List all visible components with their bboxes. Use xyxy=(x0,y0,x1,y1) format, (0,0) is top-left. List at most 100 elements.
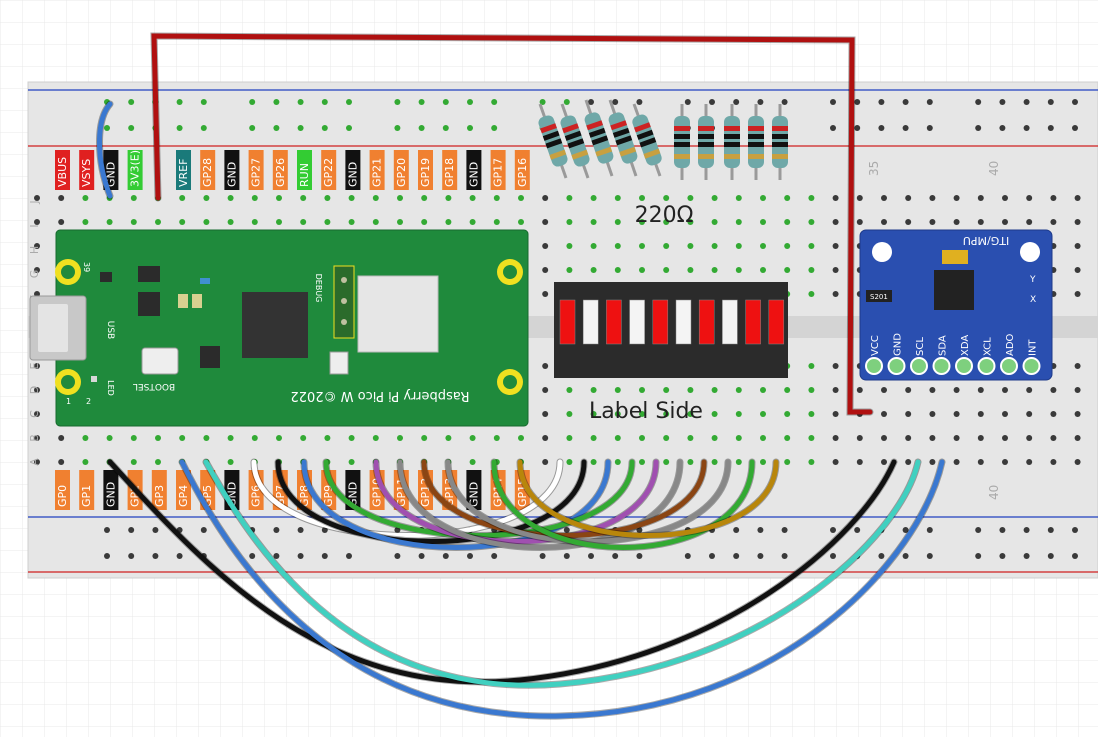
hole xyxy=(760,435,766,441)
hole xyxy=(1026,387,1033,393)
hole xyxy=(808,267,815,273)
hole xyxy=(82,459,89,465)
hole xyxy=(566,267,573,273)
mpu-axis-x: X xyxy=(1030,295,1036,305)
hole xyxy=(82,219,89,225)
mpu-pin-pad xyxy=(887,357,906,375)
hole xyxy=(663,195,670,201)
hole xyxy=(566,243,573,249)
resistor xyxy=(748,116,764,168)
hole xyxy=(1002,459,1008,465)
hole xyxy=(832,435,839,441)
column-number-35: 35 xyxy=(867,161,881,176)
resistor-band xyxy=(772,142,788,147)
hole xyxy=(397,195,403,201)
hole xyxy=(832,267,839,273)
hole xyxy=(808,219,815,225)
rail-hole xyxy=(249,125,256,131)
rail-hole xyxy=(975,553,982,559)
rail-hole xyxy=(1072,125,1078,131)
hole xyxy=(1050,411,1057,417)
hole xyxy=(687,435,694,441)
rail-hole xyxy=(902,99,909,105)
mpu-pin-pad xyxy=(977,357,996,375)
hole xyxy=(808,435,815,441)
hole xyxy=(808,459,815,465)
rail-hole xyxy=(878,99,885,105)
mpu-chip xyxy=(934,270,974,310)
hole xyxy=(784,195,791,201)
mpu-pin-label: VCC xyxy=(870,335,881,356)
resistor-band xyxy=(772,154,788,159)
resistor xyxy=(674,116,690,168)
hole xyxy=(905,219,912,225)
hole xyxy=(711,459,718,465)
hole xyxy=(590,219,597,225)
hole xyxy=(518,219,524,225)
hole xyxy=(856,459,863,465)
hole xyxy=(34,195,40,201)
hole xyxy=(614,267,621,273)
rail-hole xyxy=(636,99,643,105)
hole xyxy=(566,387,573,393)
hole xyxy=(106,219,113,225)
hole xyxy=(832,387,839,393)
hole xyxy=(58,459,65,465)
hole xyxy=(542,363,549,369)
hole xyxy=(566,435,573,441)
pin-label: GP0 xyxy=(56,485,69,507)
rail-hole xyxy=(200,527,207,533)
hole xyxy=(58,219,65,225)
hole xyxy=(881,411,887,417)
rail-hole xyxy=(1023,527,1030,533)
hole xyxy=(856,387,863,393)
hole xyxy=(977,435,984,441)
rail-hole xyxy=(902,553,909,559)
hole xyxy=(760,387,766,393)
bootsel-button[interactable] xyxy=(141,347,179,375)
rail-hole xyxy=(999,553,1006,559)
hole xyxy=(735,435,742,441)
hole xyxy=(469,459,476,465)
hole xyxy=(881,195,887,201)
hole xyxy=(784,219,791,225)
bootsel-label: BOOTSEL xyxy=(133,381,175,391)
resistor-band xyxy=(748,142,764,147)
row-letter: A xyxy=(28,458,41,466)
hole xyxy=(542,219,549,225)
hole xyxy=(397,219,403,225)
hole xyxy=(348,195,355,201)
mpu-pin-label: GND xyxy=(893,333,904,356)
hole xyxy=(542,243,549,249)
hole xyxy=(905,459,912,465)
pin-label: GND xyxy=(104,482,117,507)
rail-hole xyxy=(273,527,280,533)
hole xyxy=(905,195,912,201)
hole xyxy=(735,387,742,393)
hole xyxy=(711,219,718,225)
hole xyxy=(276,435,282,441)
hole xyxy=(929,435,936,441)
hole xyxy=(784,387,791,393)
rail-hole xyxy=(684,553,691,559)
hole xyxy=(663,459,670,465)
rail-hole xyxy=(975,527,982,533)
rail-hole xyxy=(491,553,498,559)
rail-hole xyxy=(104,553,110,559)
hole xyxy=(808,363,815,369)
rail-hole xyxy=(1072,553,1078,559)
hole xyxy=(82,195,89,201)
row-letter: I xyxy=(28,224,41,227)
hole xyxy=(469,435,476,441)
rail-hole xyxy=(418,125,425,131)
hole xyxy=(348,459,355,465)
rail-hole xyxy=(1023,99,1030,105)
rail-hole xyxy=(636,553,643,559)
hole xyxy=(493,219,500,225)
hole xyxy=(203,435,210,441)
hole xyxy=(58,435,65,441)
hole xyxy=(276,219,282,225)
wifi-module xyxy=(357,275,439,353)
hole xyxy=(687,195,694,201)
rail-hole xyxy=(249,553,256,559)
